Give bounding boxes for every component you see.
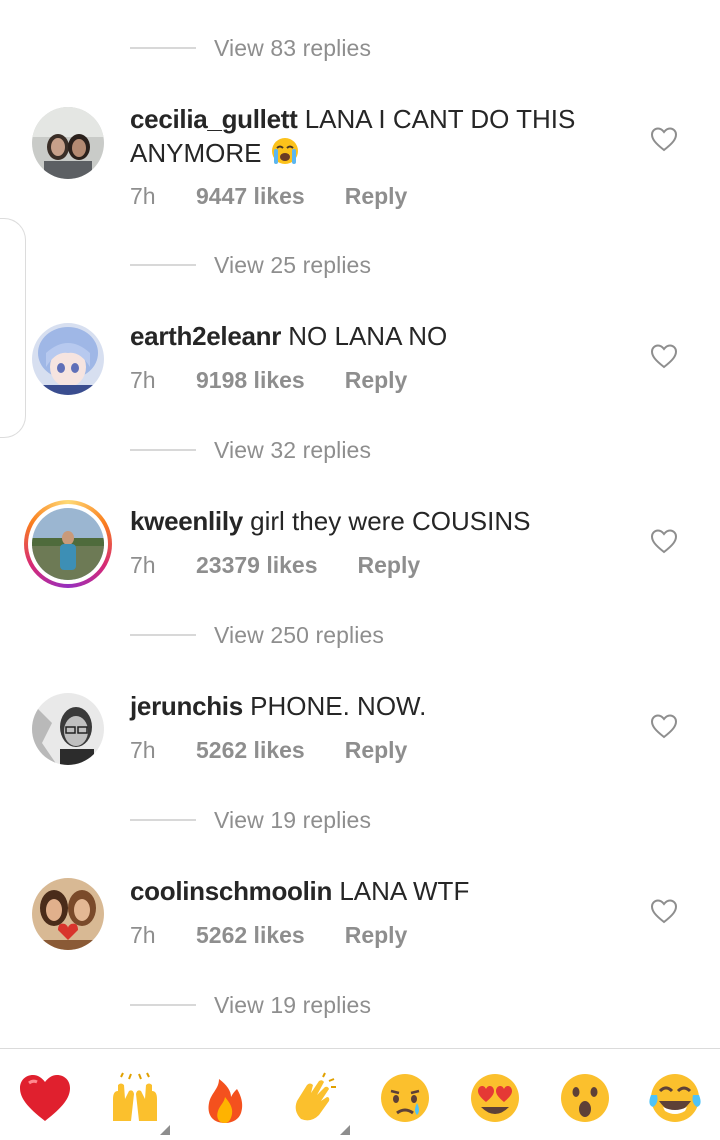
comment-body: PHONE. NOW. [250,691,427,721]
comment-meta: 7h 5262 likes Reply [130,735,407,765]
view-replies-button[interactable]: View 32 replies [130,435,371,465]
comment-body: LANA WTF [339,876,470,906]
reply-button[interactable]: Reply [345,922,408,949]
timestamp: 7h [130,736,156,763]
like-heart-icon[interactable] [650,528,678,554]
username-link[interactable]: cecilia_gullett [130,104,298,134]
view-replies-label: View 32 replies [214,436,372,463]
view-replies-button[interactable]: View 250 replies [130,620,384,650]
divider-line [130,264,196,266]
comment-text: coolinschmoolin LANA WTF [130,875,630,908]
view-replies-label: View 25 replies [214,251,372,278]
comment-meta: 7h 9198 likes Reply [130,365,407,395]
crying-face-icon[interactable] [377,1071,433,1125]
like-heart-icon[interactable] [650,343,678,369]
divider-line [130,449,196,451]
like-heart-icon[interactable] [650,713,678,739]
avatar-cecilia-gullett[interactable] [32,107,104,179]
username-link[interactable]: jerunchis [130,691,243,721]
skin-tone-indicator [340,1125,350,1135]
clapping-hands-icon[interactable] [287,1071,343,1125]
divider-line [130,1004,196,1006]
timestamp: 7h [130,182,156,209]
comment-meta: 7h 23379 likes Reply [130,550,420,580]
tears-of-joy-icon[interactable] [647,1071,703,1125]
divider-line [130,47,196,49]
reply-button[interactable]: Reply [345,737,408,764]
divider-line [130,819,196,821]
divider-line [130,634,196,636]
like-heart-icon[interactable] [650,126,678,152]
quick-reactions-bar [0,1048,720,1140]
comment-text: earth2eleanr NO LANA NO [130,320,630,353]
reply-button[interactable]: Reply [358,552,421,579]
view-replies-label: View 250 replies [214,621,384,648]
timestamp: 7h [130,551,156,578]
red-heart-icon[interactable] [17,1071,73,1125]
username-link[interactable]: kweenlily [130,506,243,536]
view-replies-label: View 19 replies [214,806,372,833]
comment-text: kweenlily girl they were COUSINS [130,505,630,538]
avatar-earth2eleanr[interactable] [32,323,104,395]
likes-count[interactable]: 5262 likes [196,737,305,764]
view-replies-label: View 83 replies [214,34,372,61]
heart-eyes-icon[interactable] [467,1071,523,1125]
likes-count[interactable]: 5262 likes [196,922,305,949]
view-replies-button[interactable]: View 25 replies [130,250,371,280]
loudly-crying-face-icon [269,136,301,166]
comment-body: NO LANA NO [288,321,448,351]
username-link[interactable]: coolinschmoolin [130,876,332,906]
reply-button[interactable]: Reply [345,367,408,394]
reply-button[interactable]: Reply [345,183,408,210]
comment-text: jerunchis PHONE. NOW. [130,690,630,723]
like-heart-icon[interactable] [650,898,678,924]
comment-text: cecilia_gullett LANA I CANT DO THIS ANYM… [130,103,630,170]
comment-meta: 7h 5262 likes Reply [130,920,407,950]
view-replies-button[interactable]: View 19 replies [130,990,371,1020]
side-panel-edge [0,218,26,438]
raising-hands-icon[interactable] [107,1071,163,1125]
likes-count[interactable]: 23379 likes [196,552,318,579]
avatar-coolinschmoolin[interactable] [32,878,104,950]
avatar-kweenlily-story[interactable] [24,500,112,588]
comment-body: girl they were COUSINS [250,506,531,536]
timestamp: 7h [130,921,156,948]
view-replies-button[interactable]: View 83 replies [130,33,371,63]
comment-meta: 7h 9447 likes Reply [130,181,407,211]
skin-tone-indicator [160,1125,170,1135]
likes-count[interactable]: 9198 likes [196,367,305,394]
view-replies-label: View 19 replies [214,991,372,1018]
timestamp: 7h [130,366,156,393]
likes-count[interactable]: 9447 likes [196,183,305,210]
avatar-jerunchis[interactable] [32,693,104,765]
view-replies-button[interactable]: View 19 replies [130,805,371,835]
username-link[interactable]: earth2eleanr [130,321,281,351]
astonished-face-icon[interactable] [557,1071,613,1125]
fire-icon[interactable] [197,1071,253,1125]
